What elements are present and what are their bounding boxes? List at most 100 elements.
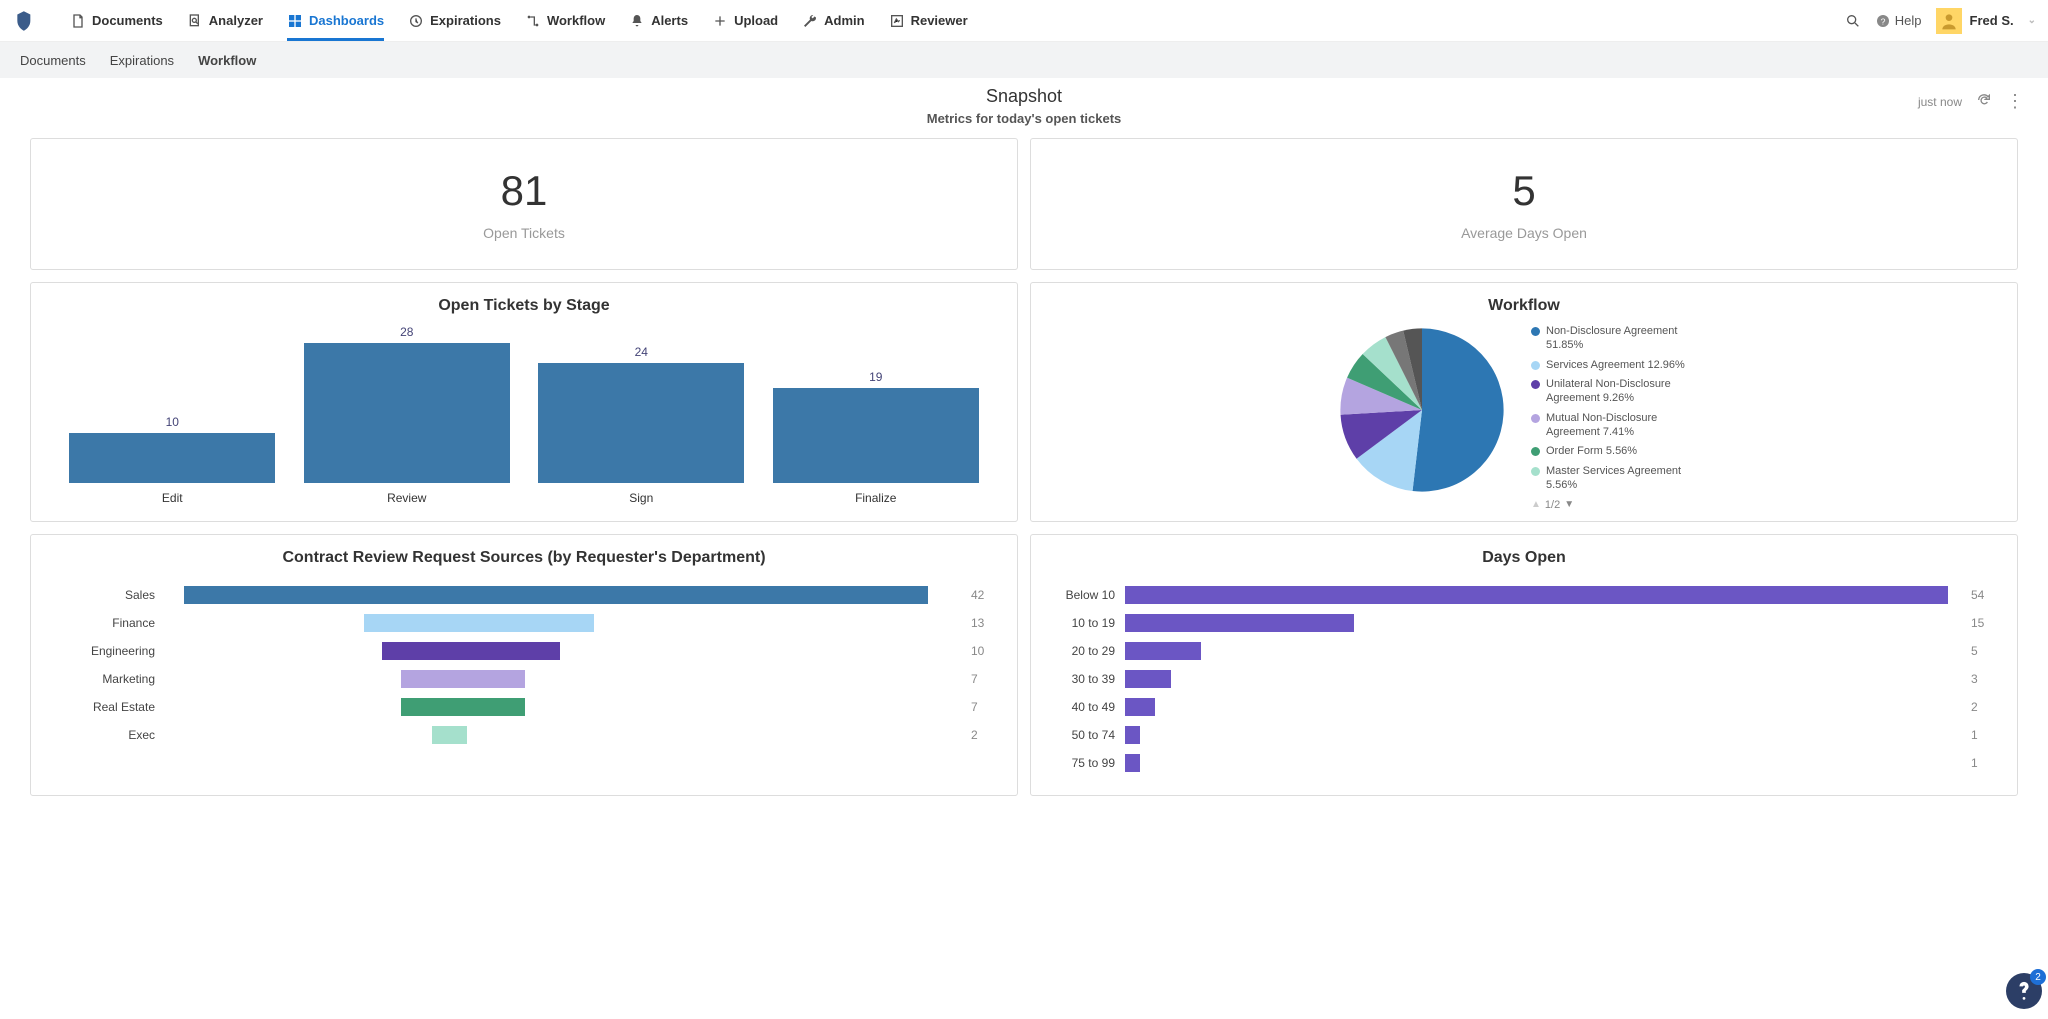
bar: 19 Finalize	[773, 370, 979, 505]
legend-label: Order Form 5.56%	[1546, 445, 1637, 459]
search-icon[interactable]	[1845, 13, 1861, 29]
help-widget[interactable]: 2	[2006, 973, 2042, 1009]
bar-label: Sign	[629, 491, 653, 505]
chart-title: Contract Review Request Sources (by Requ…	[45, 549, 1003, 567]
bar-fill	[538, 363, 744, 483]
nav-item-documents[interactable]: Documents	[58, 0, 175, 41]
dashboard-grid: 81 Open Tickets 5 Average Days Open Open…	[0, 138, 2048, 816]
legend-swatch	[1531, 380, 1540, 389]
legend-swatch	[1531, 414, 1540, 423]
legend-pager[interactable]: ▲1/2▼	[1531, 499, 1711, 511]
bar-value: 42	[971, 588, 993, 602]
bar-value: 15	[1971, 616, 1993, 630]
bar-fill	[1125, 670, 1171, 688]
user-name: Fred S.	[1970, 13, 2014, 28]
bar-label: 40 to 49	[1055, 700, 1125, 714]
bar-label: Sales	[55, 588, 165, 602]
bar: 28Review	[304, 325, 510, 505]
bar-fill	[184, 586, 929, 604]
nav-item-label: Reviewer	[911, 13, 968, 28]
nav-item-workflow[interactable]: Workflow	[513, 0, 617, 41]
chart-title: Open Tickets by Stage	[45, 297, 1003, 315]
nav-item-reviewer[interactable]: Reviewer	[877, 0, 980, 41]
nav-item-admin[interactable]: Admin	[790, 0, 876, 41]
bar-value: 10	[971, 644, 993, 658]
nav-item-label: Workflow	[547, 13, 605, 28]
bar-label: Edit	[162, 491, 183, 505]
bar-value: 1	[1971, 756, 1993, 770]
bar-label: Real Estate	[55, 700, 165, 714]
sub-nav: Documents Expirations Workflow	[0, 42, 2048, 78]
updated-label: just now	[1918, 95, 1962, 109]
refresh-icon[interactable]	[1976, 92, 1992, 111]
bar-value: 54	[1971, 588, 1993, 602]
bar-value: 10	[166, 415, 179, 429]
bar-fill	[364, 614, 595, 632]
legend-label: Non-Disclosure Agreement 51.85%	[1546, 325, 1711, 353]
bar-value: 7	[971, 672, 993, 686]
bar-row: Real Estate 7	[55, 695, 993, 719]
bar-row: Engineering10	[55, 639, 993, 663]
nav-item-upload[interactable]: Upload	[700, 0, 790, 41]
bar-fill	[1125, 754, 1140, 772]
legend-item: Master Services Agreement 5.56%	[1531, 465, 1711, 493]
legend-label: Master Services Agreement 5.56%	[1546, 465, 1711, 493]
top-nav: Documents Analyzer Dashboards Expirations Wo…	[0, 0, 2048, 42]
page-title: Snapshot	[0, 86, 2048, 107]
legend-item: Mutual Non-Disclosure Agreement 7.41%	[1531, 412, 1711, 440]
kpi-value: 5	[1031, 167, 2017, 215]
bar-value: 1	[1971, 728, 1993, 742]
bar: 24Sign	[538, 345, 744, 505]
chart-workflow: Workflow Non-Disclosure Agreement 51.85%…	[1030, 282, 2018, 522]
prev-icon[interactable]: ▲	[1531, 499, 1541, 510]
nav-item-label: Upload	[734, 13, 778, 28]
bar-row: 10 to 19 15	[1055, 611, 1993, 635]
chart-title: Days Open	[1045, 549, 2003, 567]
bar-value: 5	[1971, 644, 1993, 658]
subnav-item-workflow[interactable]: Workflow	[198, 53, 256, 68]
bar-label: Finalize	[855, 491, 896, 505]
chart-legend: Non-Disclosure Agreement 51.85% Services …	[1531, 325, 1711, 511]
legend-label: Mutual Non-Disclosure Agreement 7.41%	[1546, 412, 1711, 440]
app-logo[interactable]	[12, 7, 40, 35]
bar: 10 Edit	[69, 415, 275, 505]
help-link[interactable]: ? Help	[1875, 13, 1922, 29]
bar-value: 2	[1971, 700, 1993, 714]
bar-fill	[69, 433, 275, 483]
chevron-down-icon: ⌄	[2028, 15, 2036, 26]
bar-value: 7	[971, 700, 993, 714]
bar-row: Finance13	[55, 611, 993, 635]
bar-row: 75 to 99 1	[1055, 751, 1993, 775]
bar-value: 19	[869, 370, 882, 384]
nav-item-label: Admin	[824, 13, 864, 28]
nav-item-expirations[interactable]: Expirations	[396, 0, 513, 41]
subnav-item-expirations[interactable]: Expirations	[110, 53, 174, 68]
bar-fill	[304, 343, 510, 483]
subnav-item-documents[interactable]: Documents	[20, 53, 86, 68]
next-icon[interactable]: ▼	[1564, 499, 1574, 510]
nav-item-alerts[interactable]: Alerts	[617, 0, 700, 41]
bar-label: 10 to 19	[1055, 616, 1125, 630]
legend-label: Services Agreement 12.96%	[1546, 359, 1685, 373]
bar-label: Below 10	[1055, 588, 1125, 602]
bar-fill	[1125, 586, 1948, 604]
bar-value: 2	[971, 728, 993, 742]
bar-row: Sales 42	[55, 583, 993, 607]
bar-label: Exec	[55, 728, 165, 742]
nav-item-analyzer[interactable]: Analyzer	[175, 0, 275, 41]
legend-swatch	[1531, 327, 1540, 336]
bar-row: 30 to 39 3	[1055, 667, 1993, 691]
bar-fill	[1125, 726, 1140, 744]
nav-item-label: Dashboards	[309, 13, 384, 28]
kpi-avg-days-open: 5 Average Days Open	[1030, 138, 2018, 270]
bar-label: 75 to 99	[1055, 756, 1125, 770]
user-menu[interactable]: Fred S. ⌄	[1936, 8, 2036, 34]
nav-item-dashboards[interactable]: Dashboards	[275, 0, 396, 41]
bar-value: 3	[1971, 672, 1993, 686]
nav-item-label: Alerts	[651, 13, 688, 28]
legend-label: Unilateral Non-Disclosure Agreement 9.26…	[1546, 378, 1711, 406]
bar-value: 13	[971, 616, 993, 630]
nav-item-label: Documents	[92, 13, 163, 28]
more-icon[interactable]: ⋮	[2006, 98, 2024, 105]
bar-label: 30 to 39	[1055, 672, 1125, 686]
